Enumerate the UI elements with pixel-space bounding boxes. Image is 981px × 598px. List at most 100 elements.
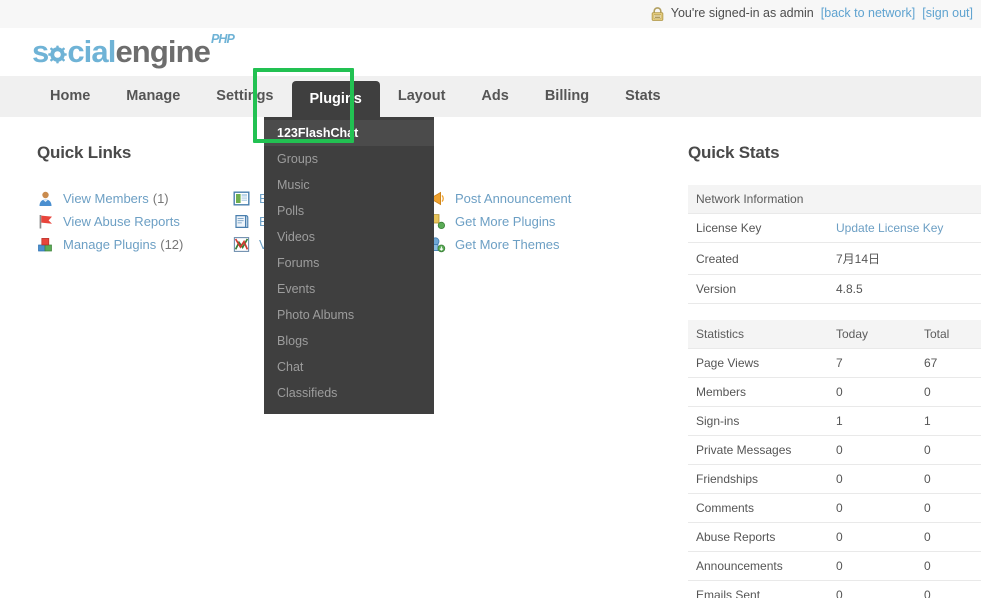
dropdown-item-music[interactable]: Music [264, 172, 434, 198]
statistics-header-1: Today [828, 320, 916, 349]
user-icon [37, 190, 55, 208]
signed-in-status: You're signed-in as admin [671, 6, 814, 20]
logo-part-s: s [32, 34, 48, 69]
statistic-today-value: 0 [828, 581, 916, 598]
quick-link-row[interactable]: Manage Plugins (12) [37, 233, 183, 256]
nav-item-layout[interactable]: Layout [380, 76, 464, 117]
statistic-today-value: 0 [828, 436, 916, 465]
quick-links-column-3: Post Announcement Get More Plugins Get Mor… [429, 187, 571, 256]
page-layout-icon [233, 190, 251, 208]
nav-item-stats[interactable]: Stats [607, 76, 678, 117]
statistic-total-value: 0 [916, 465, 981, 494]
nav-item-settings[interactable]: Settings [198, 76, 291, 117]
update-license-key-link[interactable]: Update License Key [836, 221, 943, 235]
dropdown-item-blogs[interactable]: Blogs [264, 328, 434, 354]
statistic-today-value: 1 [828, 407, 916, 436]
statistic-today-value: 0 [828, 465, 916, 494]
statistic-total-value: 0 [916, 436, 981, 465]
statistics-table: StatisticsTodayTotal Page Views767Member… [688, 320, 981, 598]
chart-icon [233, 236, 251, 254]
dropdown-item-123flashchat[interactable]: 123FlashChat [264, 120, 434, 146]
statistic-label: Comments [688, 494, 828, 523]
statistic-total-value: 1 [916, 407, 981, 436]
quick-link-row[interactable]: View Members (1) [37, 187, 183, 210]
dropdown-item-polls[interactable]: Polls [264, 198, 434, 224]
table-row: Abuse Reports00 [688, 523, 981, 552]
quick-link-row[interactable]: View Abuse Reports [37, 210, 183, 233]
quick-link-row[interactable]: Post Announcement [429, 187, 571, 210]
table-row: Version4.8.5 [688, 275, 981, 304]
statistic-label: Announcements [688, 552, 828, 581]
dropdown-item-chat[interactable]: Chat [264, 354, 434, 380]
statistic-total-value: 0 [916, 581, 981, 598]
statistic-today-value: 0 [828, 552, 916, 581]
table-row: Created7月14日 [688, 243, 981, 275]
network-info-value: 7月14日 [828, 243, 981, 275]
network-info-value[interactable]: Update License Key [828, 214, 981, 243]
nav-item-billing[interactable]: Billing [527, 76, 607, 117]
network-info-label: License Key [688, 214, 828, 243]
network-information-table: Network Information License Key Update Li… [688, 185, 981, 304]
network-info-label: Version [688, 275, 828, 304]
top-status-bar: You're signed-in as admin [back to netwo… [0, 0, 981, 28]
quick-link-label[interactable]: Get More Plugins [455, 214, 555, 229]
document-icon [233, 213, 251, 231]
nav-item-plugins[interactable]: Plugins [292, 81, 380, 117]
logo-part-cial: cial [67, 34, 115, 69]
dropdown-item-events[interactable]: Events [264, 276, 434, 302]
dropdown-item-forums[interactable]: Forums [264, 250, 434, 276]
dropdown-item-photo-albums[interactable]: Photo Albums [264, 302, 434, 328]
table-row: Comments00 [688, 494, 981, 523]
table-row: Emails Sent00 [688, 581, 981, 598]
quick-link-row[interactable]: Get More Plugins [429, 210, 571, 233]
logo-php-superscript: PHP [211, 33, 234, 46]
quick-link-label[interactable]: Manage Plugins [63, 237, 156, 252]
statistic-total-value: 0 [916, 552, 981, 581]
table-row: Announcements00 [688, 552, 981, 581]
quick-link-count: (1) [153, 191, 169, 206]
plugins-blocks-icon [37, 236, 55, 254]
socialengine-logo[interactable]: scialenginePHP [32, 28, 210, 74]
table-row: License Key Update License Key [688, 214, 981, 243]
quick-link-label[interactable]: View Members [63, 191, 149, 206]
quick-link-count: (12) [160, 237, 183, 252]
nav-item-home[interactable]: Home [32, 76, 108, 117]
network-info-value: 4.8.5 [828, 275, 981, 304]
network-info-header: Network Information [688, 185, 981, 214]
quick-links-column-1: View Members (1) View Abuse Reports Manage … [37, 187, 183, 256]
red-flag-icon [37, 213, 55, 231]
quick-link-label[interactable]: View Abuse Reports [63, 214, 180, 229]
statistic-total-value: 0 [916, 523, 981, 552]
quick-link-label[interactable]: Post Announcement [455, 191, 571, 206]
logo-part-engine: engine [115, 34, 210, 69]
table-row: Members00 [688, 378, 981, 407]
statistic-today-value: 0 [828, 378, 916, 407]
quick-stats-section: Quick Stats Network Information License … [688, 143, 981, 598]
dropdown-item-classifieds[interactable]: Classifieds [264, 380, 434, 406]
nav-item-ads[interactable]: Ads [463, 76, 526, 117]
table-row: Sign-ins11 [688, 407, 981, 436]
statistic-total-value: 67 [916, 349, 981, 378]
quick-link-label[interactable]: Get More Themes [455, 237, 560, 252]
table-row: Page Views767 [688, 349, 981, 378]
plugins-dropdown-menu[interactable]: 123FlashChatGroupsMusicPollsVideosForums… [264, 117, 434, 414]
table-header-row: Network Information [688, 185, 981, 214]
table-row: Friendships00 [688, 465, 981, 494]
statistic-total-value: 0 [916, 378, 981, 407]
statistic-today-value: 0 [828, 523, 916, 552]
back-to-network-link[interactable]: [back to network] [821, 6, 916, 20]
nav-item-manage[interactable]: Manage [108, 76, 198, 117]
network-info-label: Created [688, 243, 828, 275]
statistic-today-value: 0 [828, 494, 916, 523]
quick-link-row[interactable]: Get More Themes [429, 233, 571, 256]
statistic-total-value: 0 [916, 494, 981, 523]
dropdown-item-videos[interactable]: Videos [264, 224, 434, 250]
statistic-label: Friendships [688, 465, 828, 494]
statistic-label: Sign-ins [688, 407, 828, 436]
gear-icon [47, 38, 68, 59]
table-row: Private Messages00 [688, 436, 981, 465]
sign-out-link[interactable]: [sign out] [922, 6, 973, 20]
quick-stats-title: Quick Stats [688, 143, 981, 163]
dropdown-item-groups[interactable]: Groups [264, 146, 434, 172]
content-area: Quick Links View Members(1)View Abuse Re… [0, 117, 981, 598]
